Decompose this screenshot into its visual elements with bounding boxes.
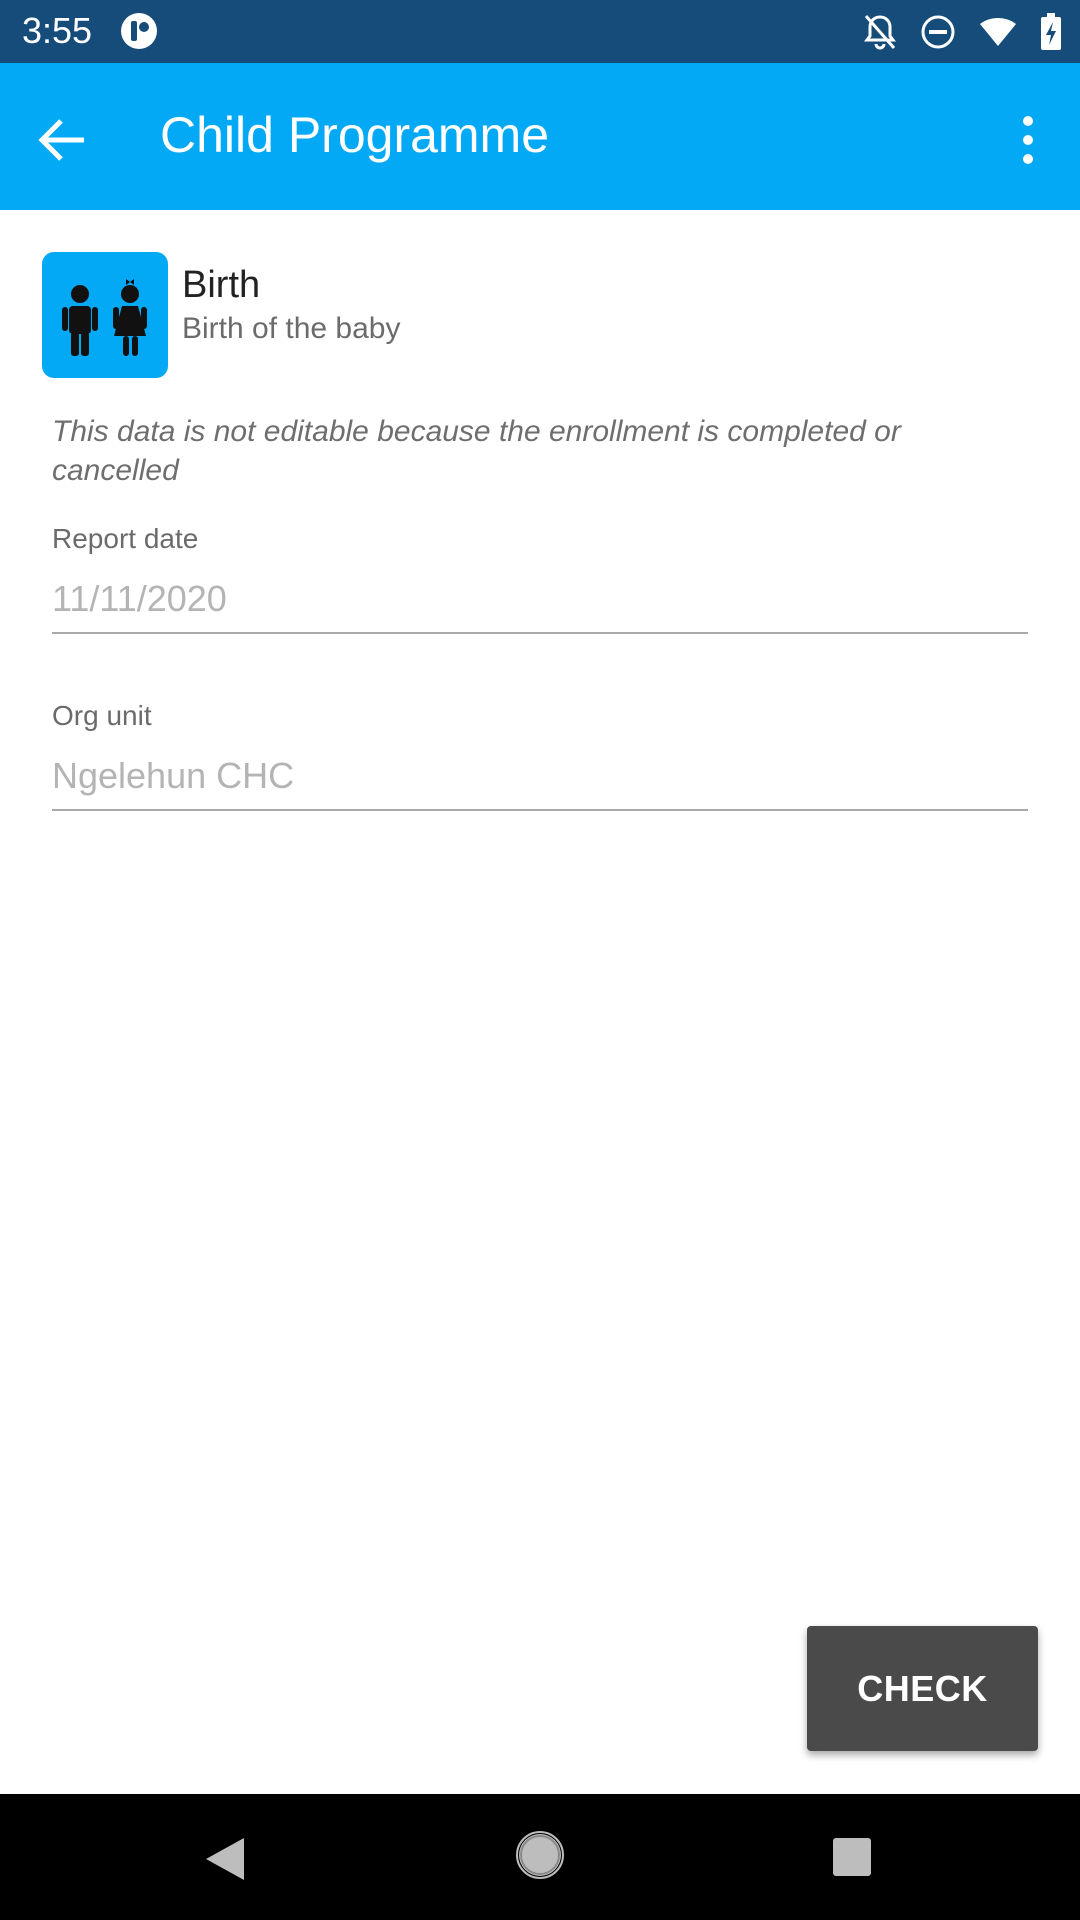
report-date-value[interactable]: 11/11/2020 [52,578,1028,634]
screen: 3:55 Child Programme Birth Birth of the … [0,0,1080,1920]
not-editable-notice: This data is not editable because the en… [52,415,901,487]
org-unit-field: Org unit Ngelehun CHC [52,699,1028,811]
bell-off-icon [864,15,896,50]
do-not-disturb-icon [921,15,955,49]
app-title: Child Programme [160,107,550,163]
app-bar: Child Programme [0,63,1080,210]
report-date-field: Report date 11/11/2020 [52,522,1028,634]
more-vert-icon[interactable] [998,105,1058,175]
arrow-back-icon[interactable] [28,105,98,175]
stage-title: Birth [182,264,261,306]
battery-charging-icon [1041,13,1061,50]
children-icon [42,252,168,378]
nav-home-icon[interactable] [515,1830,565,1880]
report-date-label: Report date [52,523,199,554]
org-unit-label: Org unit [52,700,152,731]
check-button[interactable]: CHECK [807,1626,1038,1751]
status-time: 3:55 [22,10,93,51]
status-icons [862,10,1062,54]
wifi-icon [980,18,1016,46]
org-unit-value[interactable]: Ngelehun CHC [52,755,1028,811]
navigation-bar [0,1794,1080,1920]
nav-back-icon[interactable] [202,1834,248,1884]
app-notification-icon [121,13,157,49]
nav-recents-icon[interactable] [831,1836,873,1878]
stage-subtitle: Birth of the baby [182,312,401,345]
status-bar: 3:55 [0,0,1080,63]
